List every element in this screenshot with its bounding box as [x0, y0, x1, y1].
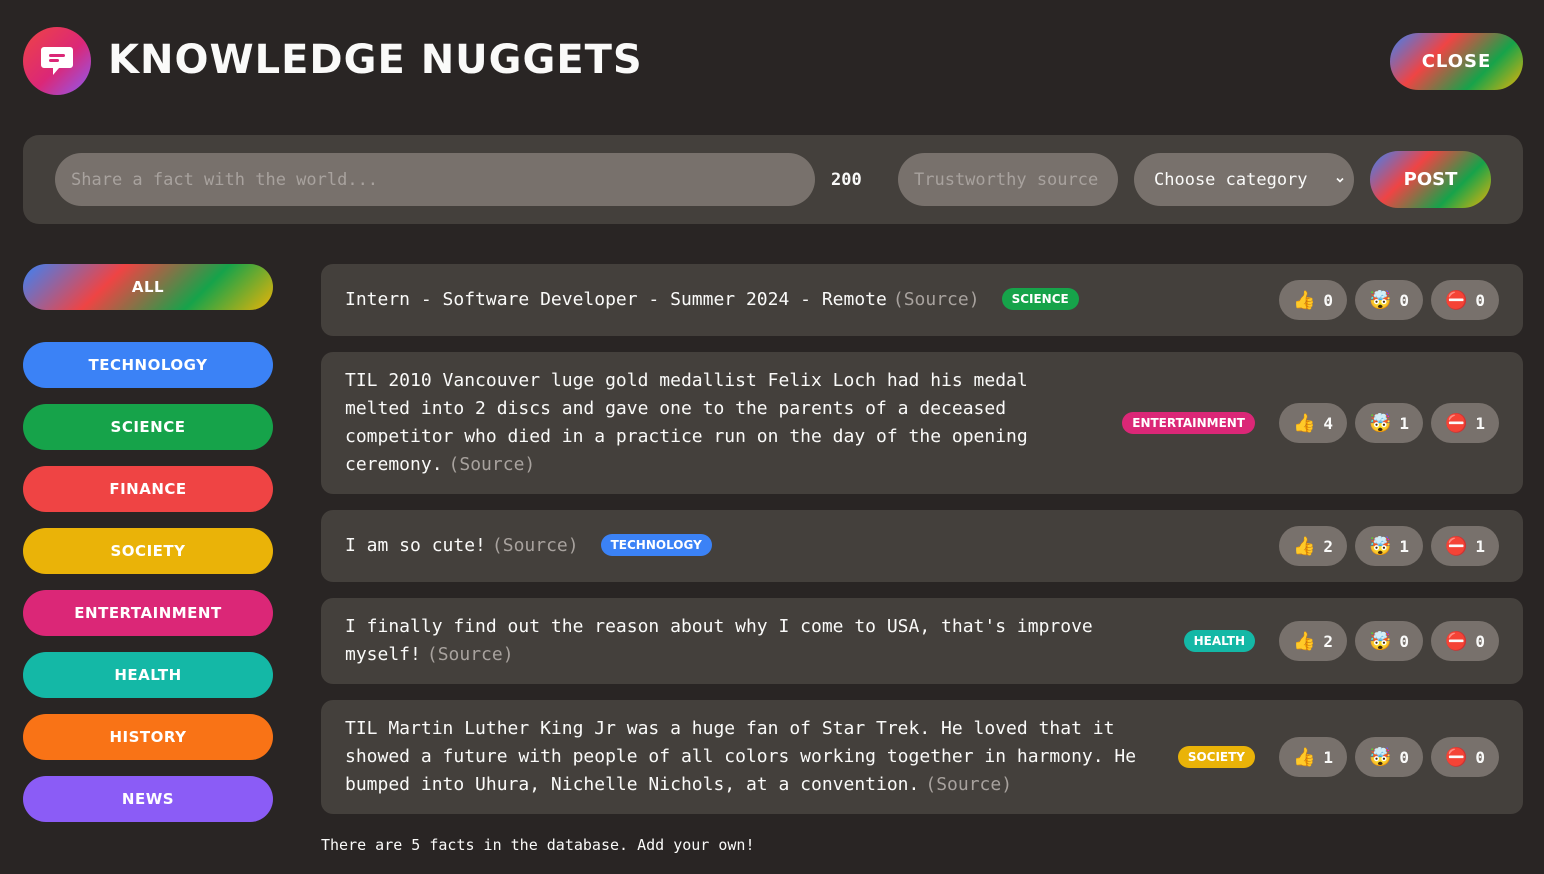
fact-source-link[interactable]: (Source) [427, 644, 514, 665]
false-count: 1 [1475, 536, 1486, 556]
mindblown-count: 1 [1399, 413, 1410, 433]
chevron-down-icon [1336, 177, 1344, 183]
thumbs-up-icon: 👍 [1292, 630, 1316, 652]
mindblown-button[interactable]: 🤯 1 [1355, 526, 1423, 566]
fact-source-link[interactable]: (Source) [449, 454, 536, 475]
like-count: 4 [1323, 413, 1334, 433]
like-count: 1 [1323, 747, 1334, 767]
no-entry-icon: ⛔ [1444, 630, 1468, 652]
fact-input[interactable] [55, 153, 815, 206]
false-button[interactable]: ⛔ 0 [1431, 737, 1499, 777]
like-button[interactable]: 👍 4 [1279, 403, 1347, 443]
thumbs-up-icon: 👍 [1292, 746, 1316, 768]
false-button[interactable]: ⛔ 0 [1431, 621, 1499, 661]
mindblown-icon: 🤯 [1368, 412, 1392, 434]
vote-buttons: 👍 1 🤯 0 ⛔ 0 [1279, 737, 1499, 777]
false-count: 0 [1475, 631, 1486, 651]
mindblown-count: 0 [1399, 631, 1410, 651]
fact-text: I am so cute! [345, 535, 486, 556]
mindblown-button[interactable]: 🤯 0 [1355, 621, 1423, 661]
like-count: 0 [1323, 290, 1334, 310]
mindblown-icon: 🤯 [1368, 535, 1392, 557]
vote-buttons: 👍 4 🤯 1 ⛔ 1 [1279, 403, 1499, 443]
like-button[interactable]: 👍 2 [1279, 621, 1347, 661]
category-health-button[interactable]: HEALTH [23, 652, 273, 698]
fact-count-text: There are 5 facts in the database. Add y… [321, 836, 755, 854]
fact-item: TIL 2010 Vancouver luge gold medallist F… [321, 352, 1523, 494]
fact-item: Intern - Software Developer - Summer 202… [321, 264, 1523, 336]
source-input[interactable] [898, 153, 1118, 206]
fact-item: I am so cute! (Source) TECHNOLOGY 👍 2 🤯 1 ⛔ 1 [321, 510, 1523, 582]
vote-buttons: 👍 2 🤯 0 ⛔ 0 [1279, 621, 1499, 661]
false-count: 1 [1475, 413, 1486, 433]
mindblown-button[interactable]: 🤯 0 [1355, 280, 1423, 320]
no-entry-icon: ⛔ [1444, 289, 1468, 311]
category-tag: SCIENCE [1001, 288, 1079, 310]
category-tag: ENTERTAINMENT [1122, 412, 1255, 434]
thumbs-up-icon: 👍 [1292, 535, 1316, 557]
chat-bubble-icon [23, 27, 91, 95]
fact-source-link[interactable]: (Source) [925, 774, 1012, 795]
close-button[interactable]: CLOSE [1390, 33, 1523, 90]
fact-list: Intern - Software Developer - Summer 202… [321, 264, 1523, 830]
mindblown-icon: 🤯 [1368, 630, 1392, 652]
false-button[interactable]: ⛔ 0 [1431, 280, 1499, 320]
char-count: 200 [831, 170, 862, 190]
no-entry-icon: ⛔ [1444, 412, 1468, 434]
fact-text: Intern - Software Developer - Summer 202… [345, 289, 887, 310]
like-count: 2 [1323, 631, 1334, 651]
mindblown-count: 1 [1399, 536, 1410, 556]
category-entertainment-button[interactable]: ENTERTAINMENT [23, 590, 273, 636]
false-button[interactable]: ⛔ 1 [1431, 526, 1499, 566]
mindblown-count: 0 [1399, 747, 1410, 767]
fact-item: TIL Martin Luther King Jr was a huge fan… [321, 700, 1523, 814]
thumbs-up-icon: 👍 [1292, 412, 1316, 434]
mindblown-icon: 🤯 [1368, 289, 1392, 311]
fact-text: TIL Martin Luther King Jr was a huge fan… [345, 718, 1137, 795]
fact-source-link[interactable]: (Source) [492, 535, 579, 556]
category-news-button[interactable]: NEWS [23, 776, 273, 822]
like-button[interactable]: 👍 2 [1279, 526, 1347, 566]
category-society-button[interactable]: SOCIETY [23, 528, 273, 574]
vote-buttons: 👍 2 🤯 1 ⛔ 1 [1279, 526, 1499, 566]
fact-item: I finally find out the reason about why … [321, 598, 1523, 684]
post-button[interactable]: POST [1370, 151, 1491, 208]
category-science-button[interactable]: SCIENCE [23, 404, 273, 450]
category-sidebar: ALL TECHNOLOGY SCIENCE FINANCE SOCIETY E… [23, 264, 273, 838]
category-tag: TECHNOLOGY [600, 534, 712, 556]
false-count: 0 [1475, 747, 1486, 767]
category-select-value: Choose category [1154, 169, 1308, 190]
mindblown-button[interactable]: 🤯 0 [1355, 737, 1423, 777]
fact-source-link[interactable]: (Source) [893, 289, 980, 310]
category-tag: HEALTH [1183, 630, 1255, 652]
like-button[interactable]: 👍 1 [1279, 737, 1347, 777]
false-button[interactable]: ⛔ 1 [1431, 403, 1499, 443]
fact-text: TIL 2010 Vancouver luge gold medallist F… [345, 370, 1028, 475]
category-select[interactable]: Choose category [1134, 153, 1354, 206]
false-count: 0 [1475, 290, 1486, 310]
category-history-button[interactable]: HISTORY [23, 714, 273, 760]
vote-buttons: 👍 0 🤯 0 ⛔ 0 [1279, 280, 1499, 320]
category-tag: SOCIETY [1177, 746, 1255, 768]
like-button[interactable]: 👍 0 [1279, 280, 1347, 320]
no-entry-icon: ⛔ [1444, 535, 1468, 557]
mindblown-button[interactable]: 🤯 1 [1355, 403, 1423, 443]
page-title: KNOWLEDGE NUGGETS [108, 37, 643, 83]
thumbs-up-icon: 👍 [1292, 289, 1316, 311]
mindblown-count: 0 [1399, 290, 1410, 310]
like-count: 2 [1323, 536, 1334, 556]
header: KNOWLEDGE NUGGETS CLOSE [23, 27, 1523, 95]
category-all-button[interactable]: ALL [23, 264, 273, 310]
mindblown-icon: 🤯 [1368, 746, 1392, 768]
fact-form: 200 Choose category POST [23, 135, 1523, 224]
category-finance-button[interactable]: FINANCE [23, 466, 273, 512]
no-entry-icon: ⛔ [1444, 746, 1468, 768]
category-technology-button[interactable]: TECHNOLOGY [23, 342, 273, 388]
